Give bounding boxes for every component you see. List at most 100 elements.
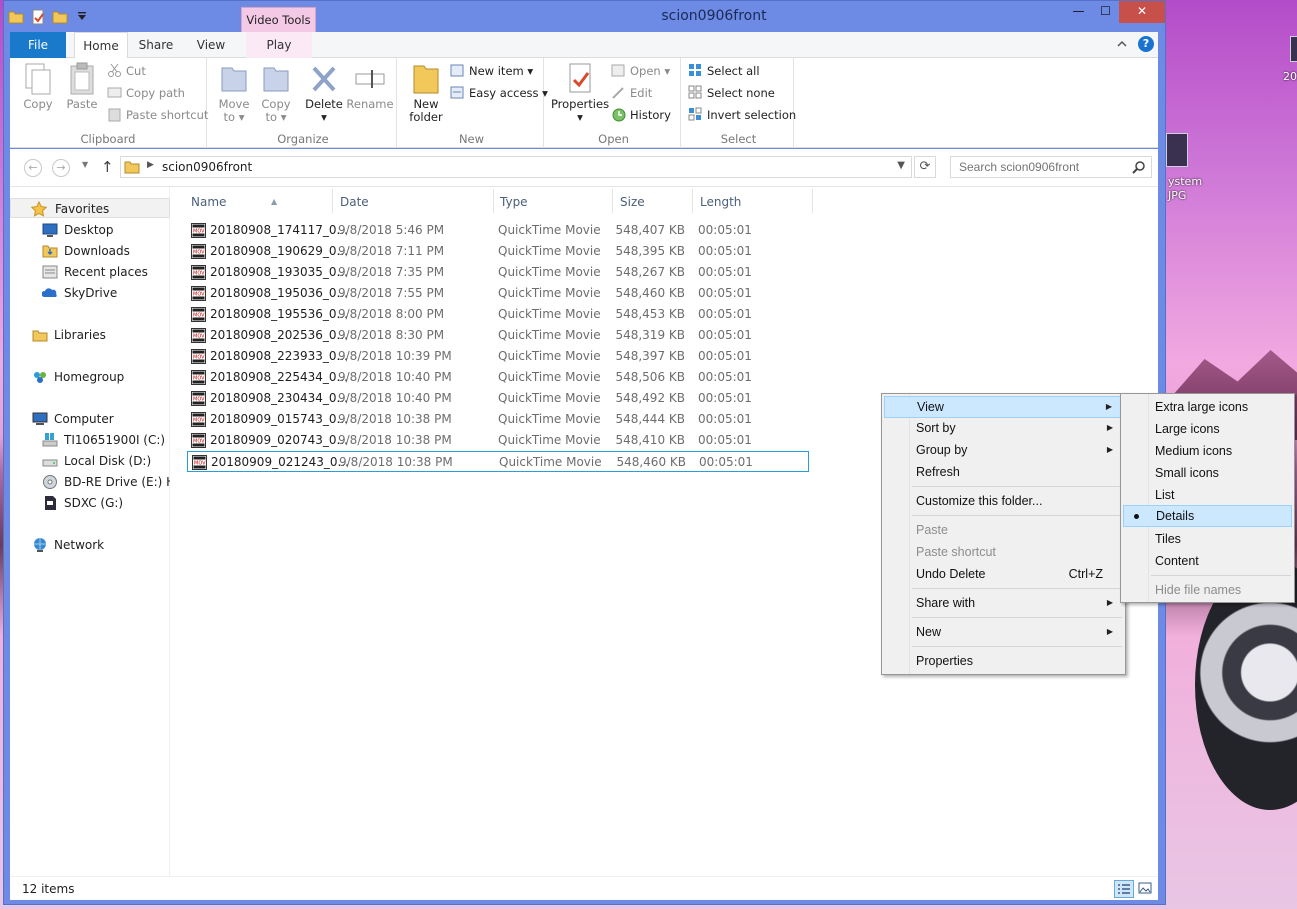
view-extra-large-icons[interactable]: Extra large icons (1123, 396, 1292, 418)
properties-icon[interactable] (30, 9, 46, 25)
delete-button[interactable]: Delete ▾ (304, 62, 344, 124)
customize-qat-icon[interactable] (74, 9, 90, 25)
nav-drive-e[interactable]: BD-RE Drive (E:) HEL (10, 472, 170, 492)
search-icon[interactable] (1132, 160, 1146, 174)
table-row[interactable]: MOV 20180909_020743_0... 9/8/2018 10:38 PM… (187, 430, 809, 451)
back-button[interactable]: ← (24, 159, 42, 177)
tab-home[interactable]: Home (74, 32, 128, 59)
details-view-button[interactable] (1114, 880, 1134, 898)
help-icon[interactable]: ? (1138, 36, 1154, 52)
view-small-icons[interactable]: Small icons (1123, 462, 1292, 484)
column-header-length[interactable]: Length (694, 189, 813, 213)
nav-libraries[interactable]: Libraries (10, 325, 170, 345)
title-bar[interactable]: Video Tools scion0906front — ☐ ✕ (4, 1, 1165, 32)
table-row[interactable]: MOV 20180908_174117_0... 9/8/2018 5:46 PM Q… (187, 220, 809, 241)
nav-recent-places[interactable]: Recent places (10, 262, 170, 282)
paste-button[interactable]: Paste (62, 62, 102, 111)
rename-button[interactable]: Rename (346, 62, 394, 111)
desktop-file-icon[interactable] (1290, 36, 1297, 62)
nav-favorites[interactable]: Favorites (10, 198, 170, 218)
open-button[interactable]: Open ▾ (611, 62, 670, 80)
copy-to-button[interactable]: Copy to ▾ (256, 62, 296, 124)
clipboard-group: Copy Paste Cut Copy path Paste shortcut … (10, 58, 208, 148)
column-header-size[interactable]: Size (614, 189, 693, 213)
select-all-button[interactable]: Select all (688, 62, 760, 80)
nav-drive-g[interactable]: SDXC (G:) (10, 493, 170, 513)
nav-network[interactable]: Network (10, 535, 170, 555)
properties-button[interactable]: Properties ▾ (549, 62, 611, 124)
column-header-date[interactable]: Date (334, 189, 494, 213)
close-button[interactable]: ✕ (1119, 1, 1165, 23)
table-row[interactable]: MOV 20180909_015743_0... 9/8/2018 10:38 PM… (187, 409, 809, 430)
table-row[interactable]: MOV 20180908_193035_0... 9/8/2018 7:35 PM Q… (187, 262, 809, 283)
table-row[interactable]: MOV 20180908_190629_0... 9/8/2018 7:11 PM Q… (187, 241, 809, 262)
column-header-type[interactable]: Type (494, 189, 613, 213)
recent-locations-dropdown[interactable]: ▼ (82, 160, 88, 169)
paste-shortcut-button[interactable]: Paste shortcut (107, 106, 208, 124)
menu-item-paste-shortcut[interactable]: Paste shortcut (884, 541, 1123, 563)
tab-share[interactable]: Share (130, 32, 182, 58)
nav-desktop[interactable]: Desktop (10, 220, 170, 240)
view-large-icons[interactable]: Large icons (1123, 418, 1292, 440)
tab-play[interactable]: Play (246, 32, 312, 58)
table-row[interactable]: MOV 20180908_230434_0... 9/8/2018 10:40 PM… (187, 388, 809, 409)
breadcrumb-current[interactable]: scion0906front (162, 160, 252, 174)
view-medium-icons[interactable]: Medium icons (1123, 440, 1292, 462)
breadcrumb-separator[interactable]: ▶ (147, 160, 154, 170)
select-none-button[interactable]: Select none (688, 84, 775, 102)
large-icons-view-button[interactable] (1136, 880, 1156, 898)
menu-item-sort-by[interactable]: Sort by ▶ (884, 417, 1123, 439)
search-input[interactable] (951, 157, 1129, 177)
tab-file[interactable]: File (10, 32, 66, 58)
menu-item-undo-delete[interactable]: Undo Delete Ctrl+Z (884, 563, 1123, 585)
nav-skydrive[interactable]: SkyDrive (10, 283, 170, 303)
table-row[interactable]: MOV 20180908_195536_0... 9/8/2018 8:00 PM Q… (187, 304, 809, 325)
view-hide-file-names[interactable]: Hide file names (1123, 579, 1292, 601)
menu-item-customize[interactable]: Customize this folder... (884, 490, 1123, 512)
menu-item-refresh[interactable]: Refresh (884, 461, 1123, 483)
menu-item-paste[interactable]: Paste (884, 519, 1123, 541)
new-folder-icon[interactable] (52, 9, 68, 25)
desktop-image-icon[interactable] (1166, 133, 1188, 167)
address-bar[interactable]: ▶ scion0906front ▼ (120, 156, 912, 178)
view-details[interactable]: Details (1123, 505, 1292, 527)
view-list[interactable]: List (1123, 484, 1292, 506)
new-folder-button[interactable]: New folder (404, 62, 448, 124)
address-dropdown-icon[interactable]: ▼ (897, 160, 905, 171)
table-row[interactable]: MOV 20180909_021243_0... 9/8/2018 10:38 PM… (187, 451, 809, 472)
invert-selection-button[interactable]: Invert selection (688, 106, 796, 124)
view-content[interactable]: Content (1123, 550, 1292, 572)
table-row[interactable]: MOV 20180908_225434_0... 9/8/2018 10:40 PM… (187, 367, 809, 388)
table-row[interactable]: MOV 20180908_195036_0... 9/8/2018 7:55 PM Q… (187, 283, 809, 304)
copy-button[interactable]: Copy (18, 62, 58, 111)
menu-item-properties[interactable]: Properties (884, 650, 1123, 672)
nav-homegroup[interactable]: Homegroup (10, 367, 170, 387)
menu-item-new[interactable]: New ▶ (884, 621, 1123, 643)
up-button[interactable]: ↑ (101, 158, 114, 176)
copy-path-button[interactable]: Copy path (107, 84, 185, 102)
history-button[interactable]: History (611, 106, 671, 124)
folder-icon[interactable] (8, 9, 24, 25)
move-to-button[interactable]: Move to ▾ (214, 62, 254, 124)
tab-view[interactable]: View (185, 32, 237, 58)
nav-downloads[interactable]: Downloads (10, 241, 170, 261)
forward-button[interactable]: → (52, 159, 70, 177)
nav-drive-d[interactable]: Local Disk (D:) (10, 451, 170, 471)
nav-computer[interactable]: Computer (10, 409, 170, 429)
column-header-name[interactable]: Name ▲ (185, 189, 333, 213)
table-row[interactable]: MOV 20180908_223933_0... 9/8/2018 10:39 PM… (187, 346, 809, 367)
table-row[interactable]: MOV 20180908_202536_0... 9/8/2018 8:30 PM Q… (187, 325, 809, 346)
collapse-ribbon-icon[interactable] (1116, 38, 1128, 50)
refresh-button[interactable]: ⟳ (914, 156, 936, 178)
cut-button[interactable]: Cut (107, 62, 146, 80)
easy-access-button[interactable]: Easy access ▾ (450, 84, 548, 102)
menu-item-view[interactable]: View ▶ (884, 396, 1123, 418)
edit-button[interactable]: Edit (611, 84, 652, 102)
menu-item-share-with[interactable]: Share with ▶ (884, 592, 1123, 614)
nav-drive-c[interactable]: TI10651900I (C:) (10, 430, 170, 450)
menu-item-group-by[interactable]: Group by ▶ (884, 439, 1123, 461)
new-item-button[interactable]: New item ▾ (450, 62, 533, 80)
view-tiles[interactable]: Tiles (1123, 528, 1292, 550)
maximize-button[interactable]: ☐ (1092, 1, 1119, 23)
minimize-button[interactable]: — (1065, 1, 1092, 23)
